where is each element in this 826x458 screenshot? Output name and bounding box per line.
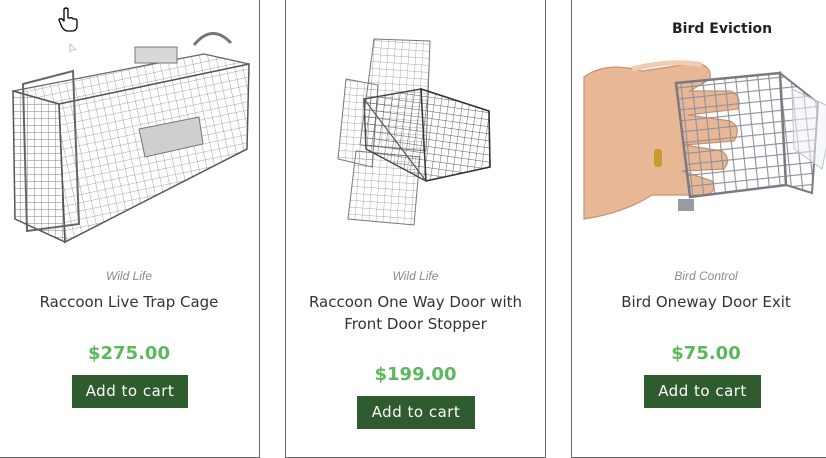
arrow-cursor-icon [69, 43, 77, 53]
product-card-raccoon-live-trap: Wild Life Raccoon Live Trap Cage $275.00… [0, 0, 260, 458]
image-caption: Bird Eviction [672, 21, 773, 37]
product-title[interactable]: Raccoon Live Trap Cage [7, 291, 251, 313]
hand-pointer-cursor-icon [58, 7, 78, 32]
product-price: $275.00 [88, 343, 170, 364]
product-card-bird-oneway-door: Bird Eviction Bird Control Bird Oneway D… [571, 0, 826, 458]
product-title[interactable]: Raccoon One Way Door with Front Door Sto… [294, 291, 537, 335]
product-price: $75.00 [671, 343, 741, 364]
product-title[interactable]: Bird Oneway Door Exit [580, 291, 826, 313]
add-to-cart-button[interactable]: Add to cart [357, 396, 475, 429]
product-category[interactable]: Wild Life [0, 269, 259, 283]
product-image-one-way-door[interactable] [286, 0, 545, 251]
add-to-cart-button[interactable]: Add to cart [72, 375, 188, 408]
product-price: $199.00 [374, 364, 457, 385]
product-card-raccoon-one-way-door: Wild Life Raccoon One Way Door with Fron… [285, 0, 546, 458]
product-category[interactable]: Bird Control [572, 269, 826, 283]
product-category[interactable]: Wild Life [286, 269, 545, 283]
add-to-cart-button[interactable]: Add to cart [644, 375, 761, 408]
product-image-raccoon-trap[interactable] [0, 0, 259, 251]
product-image-bird-door[interactable] [572, 0, 826, 251]
